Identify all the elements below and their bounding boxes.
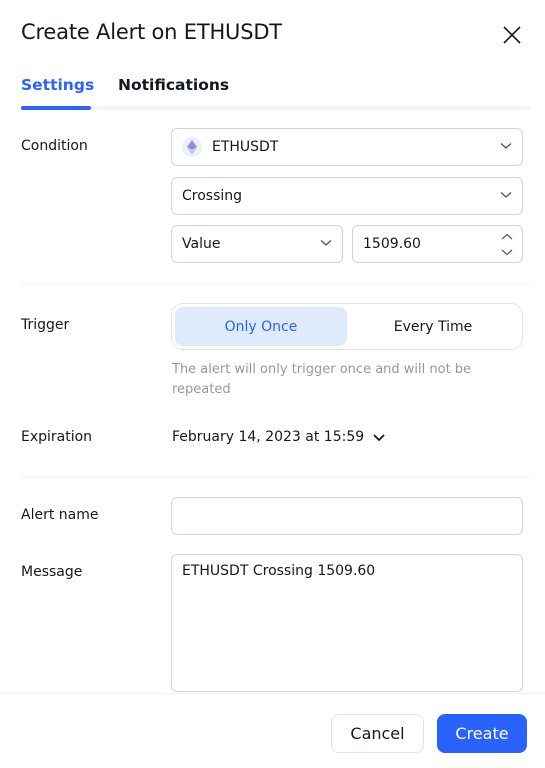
- trigger-only-once[interactable]: Only Once: [175, 307, 347, 346]
- chevron-up-icon[interactable]: [500, 232, 514, 242]
- tab-bar: Settings Notifications: [21, 76, 530, 110]
- symbol-value: ETHUSDT: [212, 139, 279, 155]
- footer-divider: [0, 693, 545, 694]
- target-type-value: Value: [182, 236, 221, 252]
- trigger-hint: The alert will only trigger once and wil…: [172, 362, 472, 397]
- create-button[interactable]: Create: [437, 714, 527, 753]
- tab-track: [21, 106, 530, 110]
- expiration-value: February 14, 2023 at 15:59: [172, 429, 365, 445]
- target-value-input[interactable]: 1509.60: [352, 225, 523, 263]
- chevron-down-icon: [500, 143, 512, 149]
- alert-name-input[interactable]: [171, 497, 523, 535]
- chevron-down-icon[interactable]: [500, 247, 514, 257]
- operator-value: Crossing: [182, 188, 243, 204]
- message-textarea[interactable]: ETHUSDT Crossing 1509.60: [171, 554, 523, 692]
- message-label: Message: [21, 564, 83, 580]
- dialog-title: Create Alert on ETHUSDT: [21, 20, 282, 44]
- trigger-label: Trigger: [21, 317, 70, 333]
- value-stepper[interactable]: [500, 232, 514, 258]
- tab-settings[interactable]: Settings: [21, 76, 94, 94]
- ethereum-icon: [182, 137, 202, 157]
- trigger-every-time[interactable]: Every Time: [347, 307, 519, 346]
- close-button[interactable]: [500, 23, 524, 47]
- alert-name-label: Alert name: [21, 507, 99, 523]
- expiration-label: Expiration: [21, 429, 93, 445]
- chevron-down-icon: [500, 192, 512, 198]
- condition-label: Condition: [21, 138, 88, 154]
- active-tab-indicator: [21, 106, 91, 110]
- operator-select[interactable]: Crossing: [171, 177, 523, 215]
- target-value: 1509.60: [363, 236, 421, 252]
- expiration-dropdown[interactable]: February 14, 2023 at 15:59: [172, 429, 386, 445]
- cancel-button[interactable]: Cancel: [331, 714, 424, 753]
- close-icon: [503, 26, 521, 44]
- section-divider: [21, 283, 530, 284]
- tab-notifications[interactable]: Notifications: [118, 76, 229, 94]
- chevron-down-icon: [373, 433, 385, 441]
- symbol-select[interactable]: ETHUSDT: [171, 128, 523, 166]
- target-type-select[interactable]: Value: [171, 225, 343, 263]
- section-divider: [21, 477, 530, 478]
- chevron-down-icon: [320, 240, 332, 246]
- trigger-toggle: Only Once Every Time: [171, 303, 523, 350]
